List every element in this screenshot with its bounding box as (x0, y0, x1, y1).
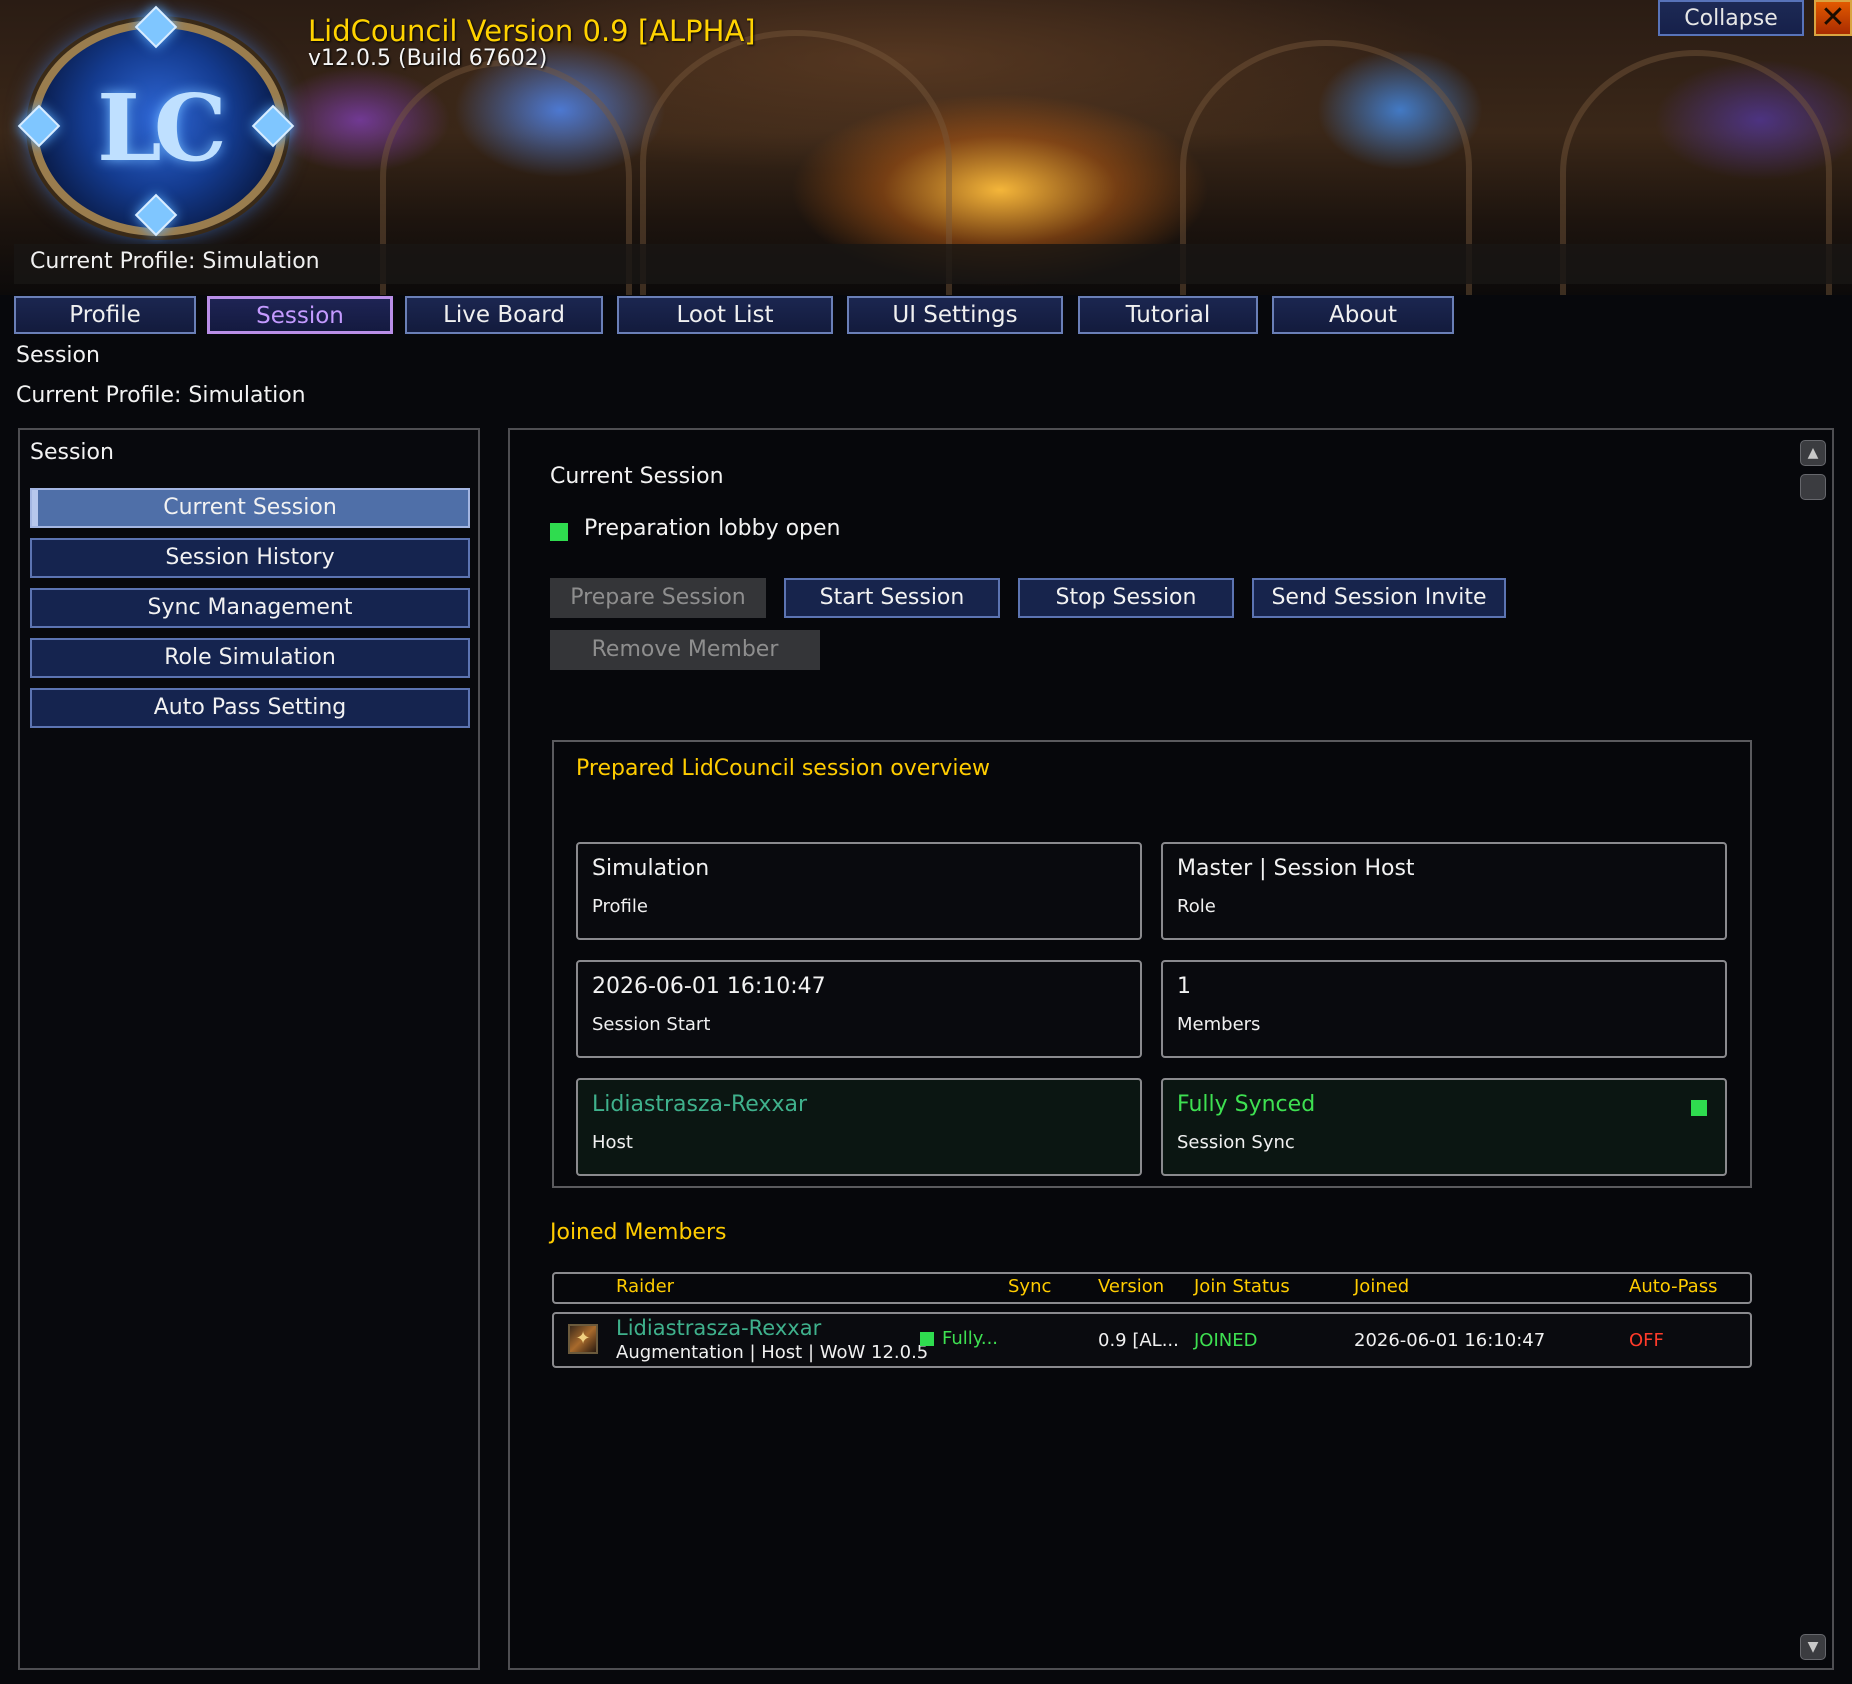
card-label: Session Sync (1177, 1132, 1295, 1153)
sidebar-item-session-history[interactable]: Session History (30, 538, 470, 578)
close-icon: ✕ (1820, 0, 1846, 35)
app-logo: LC (17, 5, 295, 237)
member-join-status: JOINED (1194, 1330, 1258, 1351)
session-overview: Prepared LidCouncil session overview Sim… (552, 740, 1752, 1188)
card-value: 1 (1177, 974, 1191, 999)
card-label: Members (1177, 1014, 1261, 1035)
arrow-down-icon: ▼ (1807, 1639, 1819, 1655)
member-details: Augmentation | Host | WoW 12.0.5 (616, 1342, 929, 1363)
column-header-version[interactable]: Version (1098, 1276, 1164, 1297)
joined-members-title: Joined Members (550, 1220, 727, 1245)
members-card: 1 Members (1161, 960, 1727, 1058)
sidebar-title: Session (30, 440, 114, 465)
start-session-button[interactable]: Start Session (784, 578, 1000, 618)
gem-icon (17, 104, 61, 148)
section-title: Session (16, 343, 100, 368)
column-header-joined[interactable]: Joined (1354, 1276, 1409, 1297)
scroll-down-button[interactable]: ▼ (1800, 1634, 1826, 1660)
scroll-up-button[interactable]: ▲ (1800, 440, 1826, 466)
header-banner: LC LidCouncil Version 0.9 [ALPHA] v12.0.… (0, 0, 1852, 295)
member-joined-time: 2026-06-01 16:10:47 (1354, 1330, 1546, 1351)
role-card: Master | Session Host Role (1161, 842, 1727, 940)
gem-icon (251, 104, 295, 148)
prepare-session-button[interactable]: Prepare Session (550, 578, 766, 618)
column-header-sync[interactable]: Sync (1008, 1276, 1051, 1297)
tab-ui-settings[interactable]: UI Settings (847, 296, 1063, 334)
card-label: Session Start (592, 1014, 711, 1035)
member-sync: Fully... (942, 1328, 999, 1349)
current-profile-bar: Current Profile: Simulation (14, 244, 1852, 284)
collapse-button[interactable]: Collapse (1658, 0, 1804, 36)
send-session-invite-button[interactable]: Send Session Invite (1252, 578, 1506, 618)
stop-session-button[interactable]: Stop Session (1018, 578, 1234, 618)
session-start-card: 2026-06-01 16:10:47 Session Start (576, 960, 1142, 1058)
session-status-text: Preparation lobby open (584, 516, 841, 541)
card-value: Fully Synced (1177, 1092, 1316, 1117)
member-name: Lidiastrasza-Rexxar (616, 1316, 822, 1340)
tab-tutorial[interactable]: Tutorial (1078, 296, 1258, 334)
status-indicator-icon (550, 523, 568, 541)
sidebar-item-current-session[interactable]: Current Session (30, 488, 470, 528)
profile-card: Simulation Profile (576, 842, 1142, 940)
tab-profile[interactable]: Profile (14, 296, 196, 334)
close-button[interactable]: ✕ (1814, 0, 1852, 36)
current-profile-label: Current Profile: Simulation (30, 249, 320, 274)
panel-title: Current Session (550, 464, 724, 489)
host-card: Lidiastrasza-Rexxar Host (576, 1078, 1142, 1176)
member-version: 0.9 [AL... (1098, 1330, 1179, 1351)
app-title: LidCouncil Version 0.9 [ALPHA] (308, 14, 756, 48)
app-version: v12.0.5 (Build 67602) (308, 46, 548, 71)
remove-member-button[interactable]: Remove Member (550, 630, 820, 670)
sync-status-icon (920, 1332, 934, 1346)
column-header-raider[interactable]: Raider (616, 1276, 674, 1297)
session-sidebar: Session Current Session Session History … (18, 428, 480, 1670)
tab-session[interactable]: Session (207, 296, 393, 334)
section-profile: Current Profile: Simulation (16, 383, 306, 408)
column-header-auto-pass[interactable]: Auto-Pass (1629, 1276, 1717, 1297)
gem-icon (134, 193, 178, 237)
session-sync-card: Fully Synced Session Sync (1161, 1078, 1727, 1176)
card-value: Lidiastrasza-Rexxar (592, 1092, 807, 1117)
card-value: Master | Session Host (1177, 856, 1415, 881)
sync-status-icon (1691, 1100, 1707, 1116)
table-row[interactable]: ✦ Lidiastrasza-Rexxar Augmentation | Hos… (552, 1312, 1752, 1368)
tab-about[interactable]: About (1272, 296, 1454, 334)
members-table-header: Raider Sync Version Join Status Joined A… (552, 1272, 1752, 1304)
tab-live-board[interactable]: Live Board (405, 296, 603, 334)
sidebar-item-auto-pass-setting[interactable]: Auto Pass Setting (30, 688, 470, 728)
scrollbar-thumb[interactable] (1800, 474, 1826, 500)
logo-monogram: LC (97, 74, 227, 182)
card-value: 2026-06-01 16:10:47 (592, 974, 826, 999)
arrow-up-icon: ▲ (1807, 445, 1819, 461)
card-value: Simulation (592, 856, 710, 881)
sidebar-item-role-simulation[interactable]: Role Simulation (30, 638, 470, 678)
overview-title: Prepared LidCouncil session overview (576, 756, 990, 781)
tab-loot-list[interactable]: Loot List (617, 296, 833, 334)
current-session-panel: ▲ ▼ Current Session Preparation lobby op… (508, 428, 1834, 1670)
card-label: Role (1177, 896, 1216, 917)
card-label: Host (592, 1132, 633, 1153)
gem-icon (134, 5, 178, 49)
member-auto-pass: OFF (1629, 1330, 1664, 1351)
sidebar-item-sync-management[interactable]: Sync Management (30, 588, 470, 628)
augmentation-class-icon: ✦ (568, 1324, 598, 1354)
column-header-join-status[interactable]: Join Status (1194, 1276, 1290, 1297)
card-label: Profile (592, 896, 648, 917)
